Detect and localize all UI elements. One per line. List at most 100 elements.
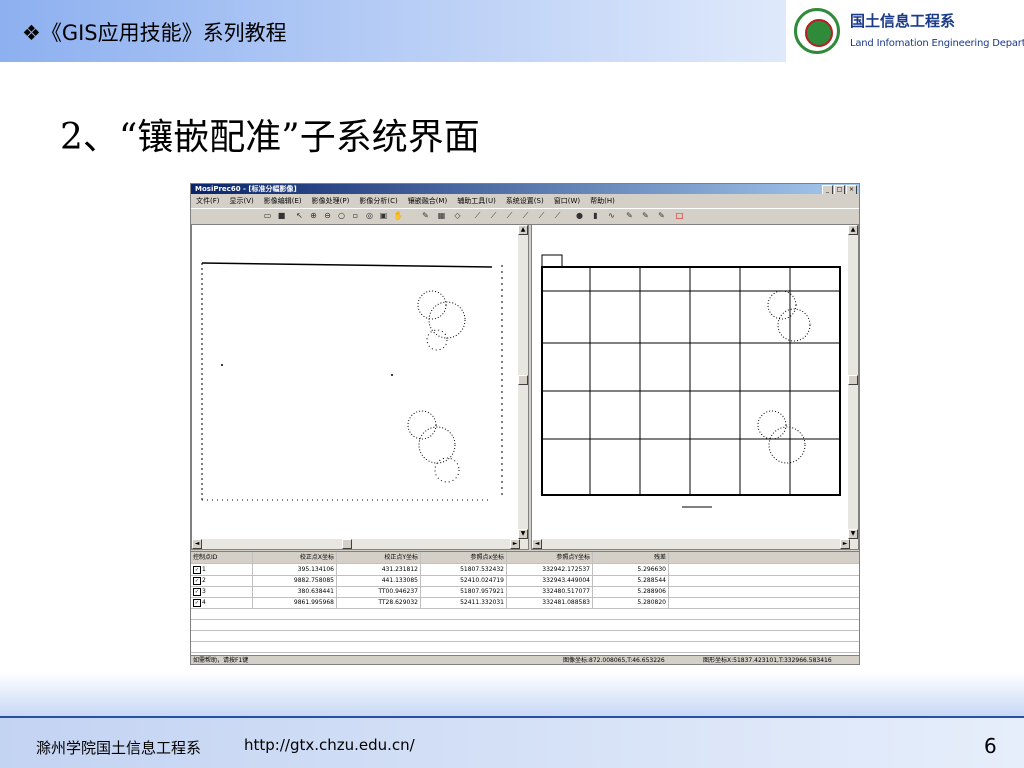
app-window-title: MosiPrec60 - [标准分幅影像] <box>195 185 297 193</box>
left-image-canvas <box>201 262 503 501</box>
table-cell: 52411.332031 <box>421 597 507 608</box>
pan-icon[interactable]: ✋ <box>393 211 403 221</box>
table-header-row: 控制点ID 校正点X坐标 校正点Y坐标 参照点x坐标 参照点Y坐标 残差 <box>191 552 859 564</box>
left-vertical-scrollbar[interactable]: ▲ ▼ <box>518 225 528 549</box>
save-icon[interactable]: ■ <box>277 211 286 221</box>
table-cell: 5.280820 <box>593 597 669 608</box>
zoom-in-icon[interactable]: ⊕ <box>309 211 318 221</box>
table-cell: 332942.172537 <box>507 564 593 575</box>
logo-cn-text: 国土信息工程系 <box>850 12 956 30</box>
col-header-ref-y[interactable]: 参照点Y坐标 <box>507 552 593 563</box>
school-seal-icon <box>794 8 840 54</box>
fit-icon[interactable]: ▫ <box>351 211 360 221</box>
footer-gradient <box>0 672 1024 716</box>
menu-settings[interactable]: 系统设置(S) <box>501 196 549 206</box>
slide-title: 2、“镶嵌配准”子系统界面 <box>60 117 480 158</box>
left-image-pane[interactable]: ▲ ▼ ◄ ► <box>191 224 529 550</box>
table-cell: 441.133085 <box>337 575 421 586</box>
checkbox-icon[interactable]: ✓ <box>193 598 201 607</box>
pen2-icon[interactable]: ✎ <box>641 211 650 221</box>
toolbar: ▭ ■ ↖ ⊕ ⊖ ○ ▫ ◎ ▣ ✋ ✎ ▦ ◇ ⟋ ⟋ ⟋ ⟋ ⟋ ⟋ ● … <box>191 208 859 225</box>
table-cell: 332480.517077 <box>507 586 593 597</box>
col-header-residual[interactable]: 残差 <box>593 552 669 563</box>
table-cell: 51807.957921 <box>421 586 507 597</box>
point-id-cell: ✓ 4 <box>191 597 253 608</box>
line6-icon[interactable]: ⟋ <box>553 211 562 221</box>
right-image-canvas <box>541 254 841 508</box>
table-cell: 5.288544 <box>593 575 669 586</box>
table-cell: 431.231812 <box>337 564 421 575</box>
table-cell: 51807.532432 <box>421 564 507 575</box>
curve-icon[interactable]: ∿ <box>607 211 616 221</box>
table-cell: 380.638441 <box>253 586 337 597</box>
table-cell: 395.134106 <box>253 564 337 575</box>
page-number: 6 <box>984 734 997 758</box>
draw-icon[interactable]: ◇ <box>453 211 462 221</box>
table-cell: 332481.088583 <box>507 597 593 608</box>
control-point-table: 控制点ID 校正点X坐标 校正点Y坐标 参照点x坐标 参照点Y坐标 残差 ✓ 1 … <box>191 551 859 656</box>
col-header-y[interactable]: 校正点Y坐标 <box>337 552 421 563</box>
table-cell: 5.296630 <box>593 564 669 575</box>
left-horizontal-scrollbar[interactable]: ◄ ► <box>192 539 520 549</box>
table-cell: 5.288906 <box>593 586 669 597</box>
menu-help[interactable]: 帮助(H) <box>585 196 620 206</box>
menu-window[interactable]: 窗口(W) <box>549 196 585 206</box>
footer-url[interactable]: http://gtx.chzu.edu.cn/ <box>244 736 415 754</box>
empty-table-row <box>191 641 859 653</box>
info-icon[interactable]: ● <box>575 211 584 221</box>
status-map-coord: 图形坐标X:51837.423101,T:332966.583416 <box>703 657 832 664</box>
chart-icon[interactable]: ▮ <box>591 211 600 221</box>
menu-mosaic[interactable]: 镶嵌融合(M) <box>403 196 453 206</box>
table-cell: TT28.629032 <box>337 597 421 608</box>
line-icon[interactable]: ⟋ <box>473 211 482 221</box>
right-vertical-scrollbar[interactable]: ▲ ▼ <box>848 225 858 549</box>
table-cell: 332943.449004 <box>507 575 593 586</box>
zoom-out-icon[interactable]: ⊖ <box>323 211 332 221</box>
checkbox-icon[interactable]: ✓ <box>193 565 201 574</box>
line5-icon[interactable]: ⟋ <box>537 211 546 221</box>
checkbox-icon[interactable]: ✓ <box>193 587 201 596</box>
table-cell: 9882.758085 <box>253 575 337 586</box>
pen-icon[interactable]: ✎ <box>625 211 634 221</box>
status-image-coord: 图像坐标:872.008065,T:46.653226 <box>563 657 665 664</box>
right-image-pane[interactable]: ▲ ▼ ◄ ► <box>531 224 859 550</box>
zoom-icon[interactable]: ○ <box>337 211 346 221</box>
menu-tools[interactable]: 辅助工具(U) <box>452 196 501 206</box>
open-icon[interactable]: ▭ <box>263 211 272 221</box>
footer-school: 滁州学院国土信息工程系 <box>36 739 202 757</box>
table-cell: 52410.024719 <box>421 575 507 586</box>
col-header-id[interactable]: 控制点ID <box>191 552 253 563</box>
header-bar: ❖《GIS应用技能》系列教程 <box>0 0 786 62</box>
col-header-x[interactable]: 校正点X坐标 <box>253 552 337 563</box>
pointer-icon[interactable]: ↖ <box>295 211 304 221</box>
menu-bar: 文件(F) 显示(V) 影像编辑(E) 影像处理(P) 影像分析(C) 镶嵌融合… <box>191 194 859 208</box>
app-window: MosiPrec60 - [标准分幅影像] _ □ × 文件(F) 显示(V) … <box>190 183 860 665</box>
department-logo: 国土信息工程系 Land Infomation Engineering Depa… <box>786 0 1024 62</box>
table-cell: 9861.995968 <box>253 597 337 608</box>
point-id-cell: ✓ 3 <box>191 586 253 597</box>
table-cell: TT00.946237 <box>337 586 421 597</box>
line3-icon[interactable]: ⟋ <box>505 211 514 221</box>
point-id-cell: ✓ 2 <box>191 575 253 586</box>
line4-icon[interactable]: ⟋ <box>521 211 530 221</box>
logo-en-text: Land Infomation Engineering Department <box>850 38 1024 49</box>
grid-icon[interactable]: ▦ <box>437 211 446 221</box>
pick-icon[interactable]: ✎ <box>421 211 430 221</box>
status-bar: 如需帮助，请按F1键 图像坐标:872.008065,T:46.653226 图… <box>191 655 859 664</box>
menu-process[interactable]: 影像处理(P) <box>307 196 355 206</box>
right-horizontal-scrollbar[interactable]: ◄ ► <box>532 539 850 549</box>
rect-icon[interactable]: □ <box>675 211 684 221</box>
line2-icon[interactable]: ⟋ <box>489 211 498 221</box>
zoom-fit-icon[interactable]: ◎ <box>365 211 374 221</box>
menu-file[interactable]: 文件(F) <box>191 196 225 206</box>
checkbox-icon[interactable]: ✓ <box>193 576 201 585</box>
menu-view[interactable]: 显示(V) <box>225 196 259 206</box>
col-header-ref-x[interactable]: 参照点x坐标 <box>421 552 507 563</box>
menu-analysis[interactable]: 影像分析(C) <box>354 196 402 206</box>
fullview-icon[interactable]: ▣ <box>379 211 388 221</box>
menu-edit[interactable]: 影像编辑(E) <box>259 196 307 206</box>
app-titlebar: MosiPrec60 - [标准分幅影像] _ □ × <box>191 184 859 195</box>
status-help: 如需帮助，请按F1键 <box>193 657 249 664</box>
pen3-icon[interactable]: ✎ <box>657 211 666 221</box>
header-title: ❖《GIS应用技能》系列教程 <box>22 21 287 45</box>
